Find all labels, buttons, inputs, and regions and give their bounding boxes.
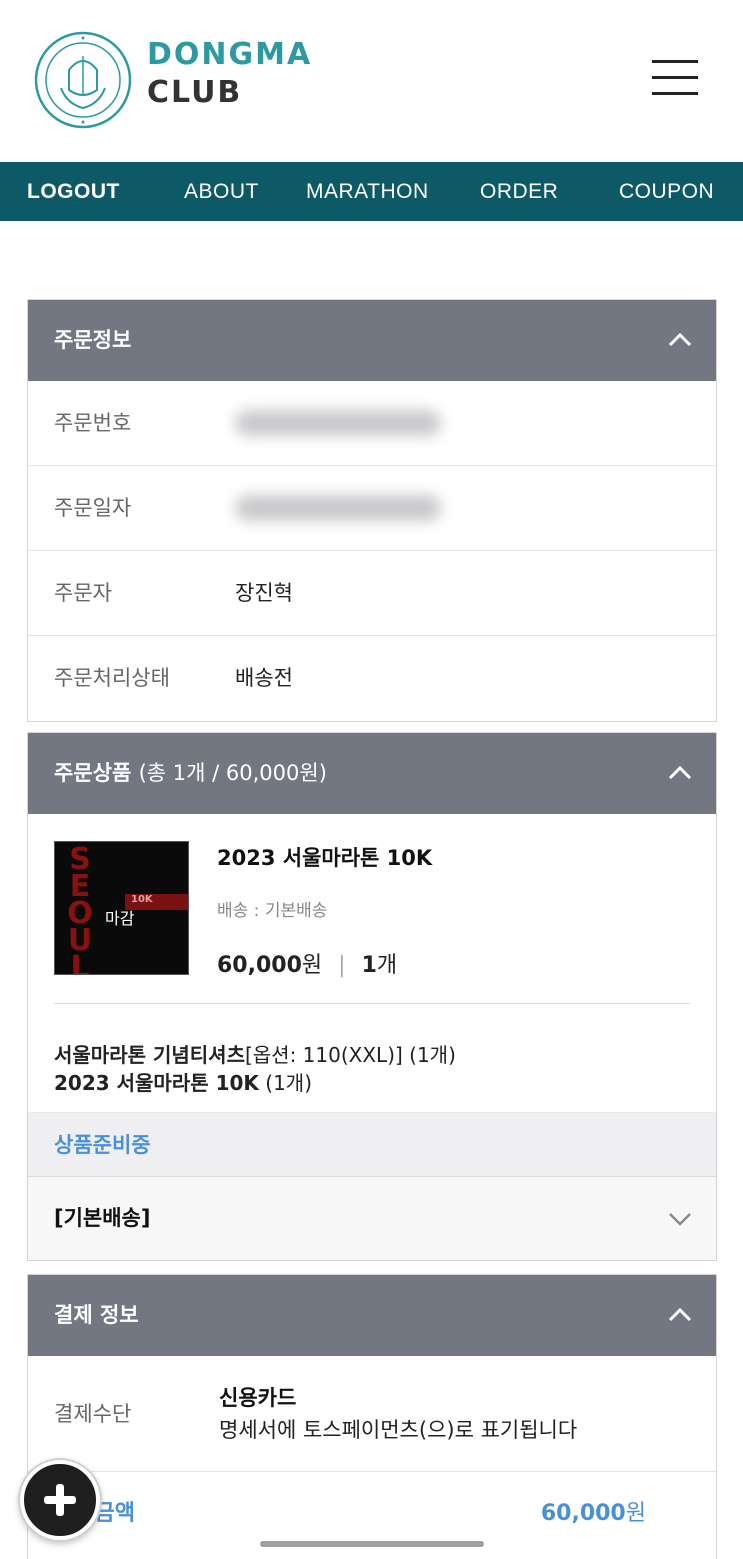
option-2-detail: (1개) — [258, 1071, 313, 1095]
order-status-row: 주문처리상태 배송전 — [28, 636, 716, 721]
order-date-value-blurred — [235, 495, 441, 521]
option-1-name: 서울마라톤 기념티셔츠 — [54, 1043, 245, 1067]
payment-method-label: 결제수단 — [54, 1402, 132, 1426]
chevron-down-icon[interactable] — [668, 1211, 692, 1227]
brand-line1: DONGMA — [147, 37, 313, 72]
thumbnail-seoul-text: SEOUL — [67, 842, 93, 975]
chevron-up-icon[interactable] — [668, 331, 692, 347]
product-qty: 1 — [361, 953, 377, 978]
product-thumbnail[interactable]: SEOUL 10K 마감 — [54, 841, 189, 975]
order-info-title: 주문정보 — [54, 328, 132, 352]
order-items-summary: (총 1개 / 60,000원) — [138, 761, 327, 785]
site-header: DONGMA CLUB — [0, 0, 743, 162]
floating-plus-button[interactable] — [20, 1460, 100, 1540]
product-price: 60,000 — [217, 953, 302, 978]
order-number-label: 주문번호 — [54, 411, 132, 435]
club-logo-icon[interactable] — [33, 30, 133, 130]
item-status-bar: 상품준비중 — [28, 1112, 716, 1177]
orderer-label: 주문자 — [54, 581, 112, 605]
chevron-up-icon[interactable] — [668, 1306, 692, 1322]
nav-order[interactable]: ORDER — [480, 162, 558, 221]
brand-line2: CLUB — [147, 75, 243, 110]
option-line-1: 서울마라톤 기념티셔츠[옵션: 110(XXL)] (1개) — [54, 1042, 456, 1068]
home-indicator — [260, 1541, 484, 1547]
nav-coupon[interactable]: COUPON — [619, 162, 714, 221]
item-status: 상품준비중 — [54, 1133, 151, 1157]
order-date-label: 주문일자 — [54, 496, 132, 520]
orderer-value: 장진혁 — [235, 581, 293, 605]
order-info-panel: 주문정보 주문번호 주문일자 주문자 장진혁 주문처리상태 배송전 — [27, 299, 717, 722]
order-number-row: 주문번호 — [28, 381, 716, 466]
plus-icon — [44, 1484, 76, 1516]
price-unit: 원 — [301, 953, 323, 978]
order-status-value: 배송전 — [235, 666, 293, 690]
sold-out-overlay: 마감 — [105, 909, 135, 928]
order-date-row: 주문일자 — [28, 466, 716, 551]
payment-method-row: 결제수단 신용카드 명세서에 토스페이먼츠(으)로 표기됩니다 — [28, 1356, 716, 1472]
product-name[interactable]: 2023 서울마라톤 10K — [217, 842, 432, 872]
hamburger-menu-icon[interactable] — [652, 60, 698, 96]
nav-logout[interactable]: LOGOUT — [27, 162, 120, 221]
main-nav: LOGOUT ABOUT MARATHON ORDER COUPON — [0, 162, 743, 221]
orderer-row: 주문자 장진혁 — [28, 551, 716, 636]
order-status-label: 주문처리상태 — [54, 666, 170, 690]
shipping-method-label: [기본배송] — [54, 1206, 151, 1230]
payment-header[interactable]: 결제 정보 — [28, 1275, 716, 1356]
nav-about[interactable]: ABOUT — [184, 162, 259, 221]
payment-method-note: 명세서에 토스페이먼츠(으)로 표기됩니다 — [219, 1418, 578, 1442]
divider — [54, 1003, 690, 1004]
order-items-title: 주문상품 (총 1개 / 60,000원) — [54, 761, 327, 785]
product-card: SEOUL 10K 마감 2023 서울마라톤 10K 배송 : 기본배송 60… — [28, 814, 716, 1112]
order-items-panel: 주문상품 (총 1개 / 60,000원) SEOUL 10K 마감 2023 … — [27, 732, 717, 1261]
shipping-method-toggle[interactable]: [기본배송] — [28, 1177, 716, 1260]
order-items-header[interactable]: 주문상품 (총 1개 / 60,000원) — [28, 733, 716, 814]
payment-method-value: 신용카드 — [219, 1386, 297, 1410]
qty-unit: 개 — [376, 953, 398, 978]
payment-panel: 결제 정보 결제수단 신용카드 명세서에 토스페이먼츠(으)로 표기됩니다 결제… — [27, 1274, 717, 1559]
payment-amount-value: 60,000원 — [540, 1501, 646, 1526]
product-shipping: 배송 : 기본배송 — [217, 901, 328, 921]
chevron-up-icon[interactable] — [668, 764, 692, 780]
payment-title: 결제 정보 — [54, 1303, 139, 1327]
option-line-2: 2023 서울마라톤 10K (1개) — [54, 1070, 312, 1096]
brand-wordmark[interactable]: DONGMA CLUB — [147, 40, 312, 108]
thumbnail-10k-badge: 10K — [131, 894, 153, 905]
order-info-header[interactable]: 주문정보 — [28, 300, 716, 381]
nav-marathon[interactable]: MARATHON — [306, 162, 429, 221]
order-number-value-blurred — [235, 410, 441, 436]
product-price-qty: 60,000원 | 1개 — [217, 953, 398, 978]
option-1-detail: [옵션: 110(XXL)] (1개) — [244, 1043, 456, 1067]
option-2-name: 2023 서울마라톤 10K — [54, 1071, 259, 1095]
